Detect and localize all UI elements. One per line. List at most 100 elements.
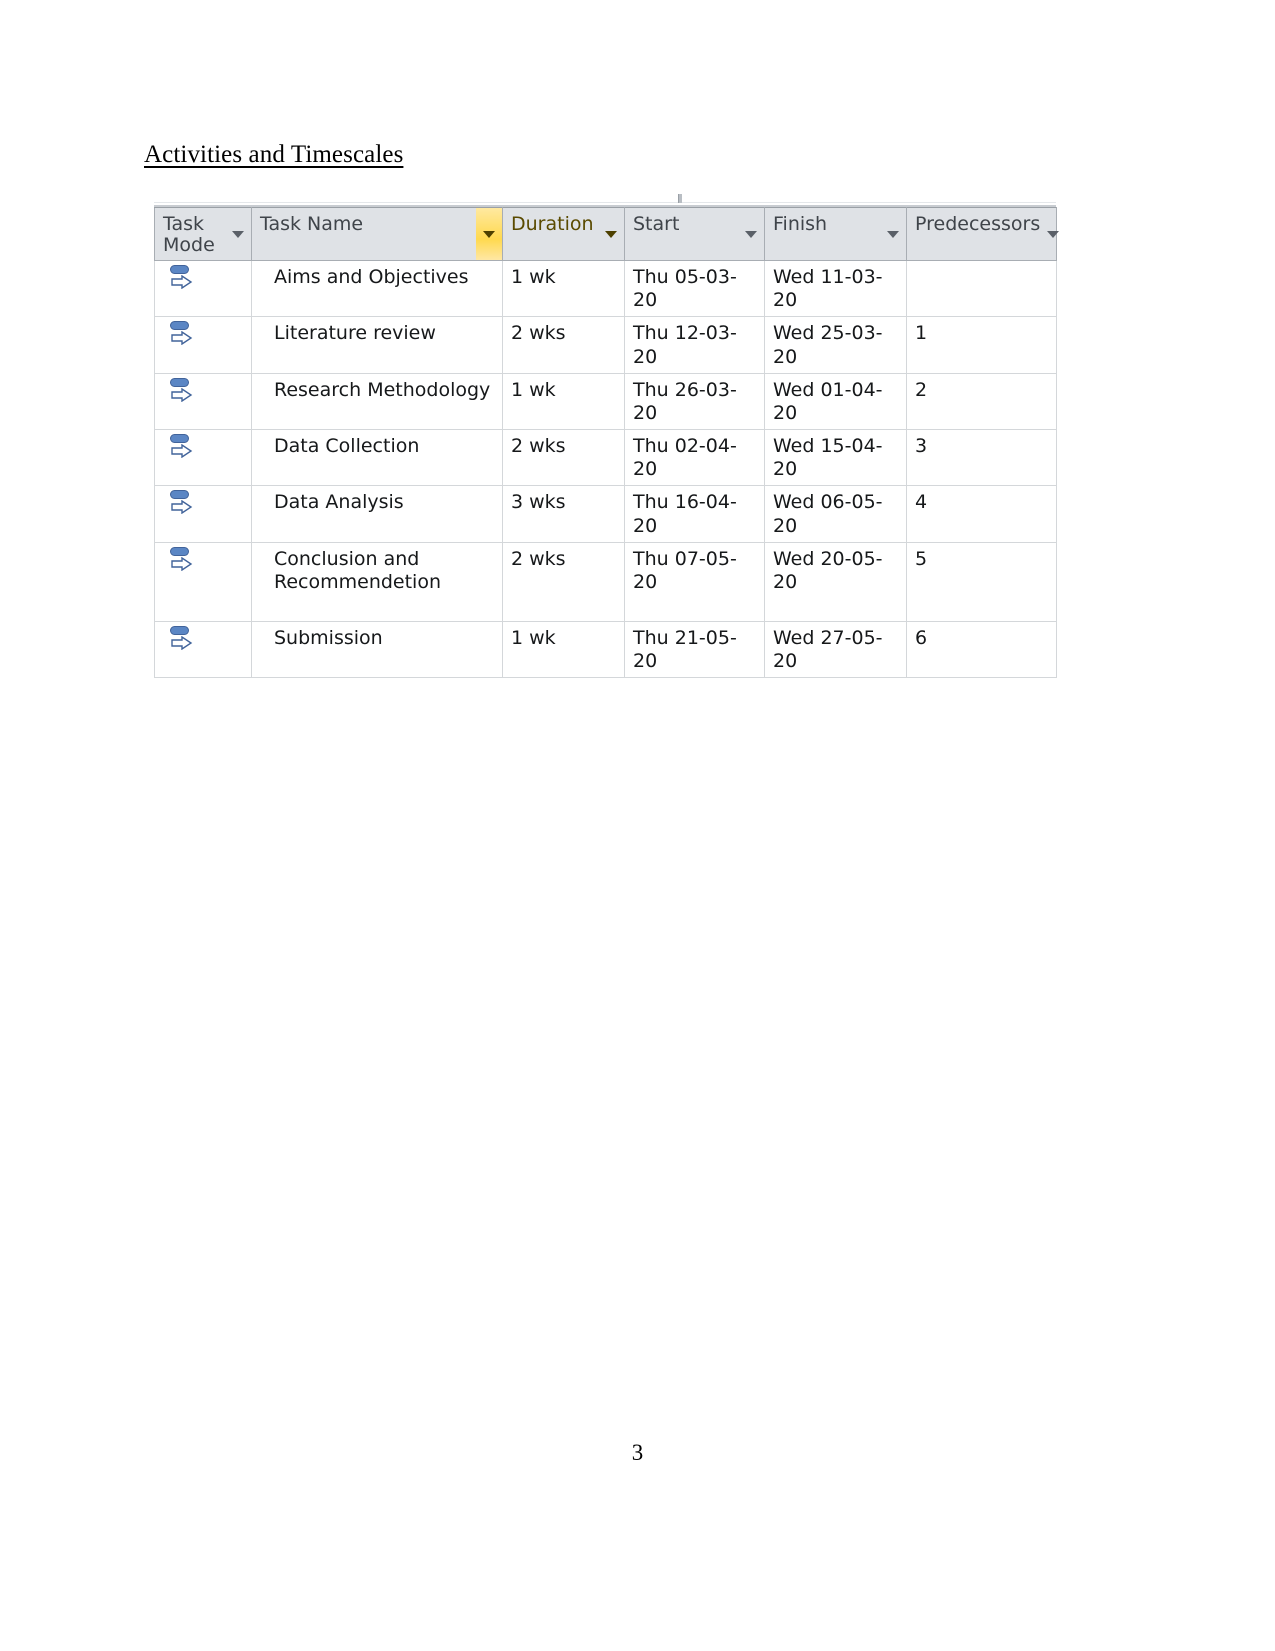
gantt-entry-table: Task Mode Task Name Duration Start Finis…: [154, 207, 1060, 679]
auto-scheduled-icon: [169, 489, 195, 515]
column-header-start[interactable]: Start: [624, 207, 765, 261]
duration-cell[interactable]: 1 wk: [502, 373, 625, 431]
column-header-task-mode[interactable]: Task Mode: [154, 207, 252, 261]
chevron-down-icon: [483, 230, 495, 238]
column-header-start-label: Start: [633, 213, 680, 235]
predecessors-cell[interactable]: 4: [906, 485, 1057, 543]
filter-button-finish[interactable]: [880, 208, 906, 260]
finish-date-cell[interactable]: Wed 20-05-20: [764, 542, 907, 622]
column-header-predecessors-label: Predecessors: [915, 213, 1041, 235]
auto-scheduled-arrow-icon: [171, 275, 193, 289]
task-mode-cell[interactable]: [154, 373, 252, 431]
filter-button-start[interactable]: [738, 208, 764, 260]
auto-scheduled-icon: [169, 320, 195, 346]
chevron-down-icon: [887, 230, 899, 238]
auto-scheduled-pill-icon: [170, 490, 189, 500]
table-row[interactable]: Conclusion and Recommendetion 2 wks Thu 07…: [154, 542, 1057, 622]
duration-cell[interactable]: 2 wks: [502, 429, 625, 487]
predecessors-cell[interactable]: 3: [906, 429, 1057, 487]
task-mode-cell[interactable]: [154, 485, 252, 543]
chevron-down-icon: [605, 230, 617, 238]
start-date-cell[interactable]: Thu 07-05-20: [624, 542, 765, 622]
chevron-down-icon: [745, 230, 757, 238]
filter-button-predecessors[interactable]: [1040, 208, 1066, 260]
task-name-cell[interactable]: Literature review: [251, 316, 503, 374]
start-date-cell[interactable]: Thu 16-04-20: [624, 485, 765, 543]
task-name-cell[interactable]: Aims and Objectives: [251, 260, 503, 318]
task-mode-cell[interactable]: [154, 429, 252, 487]
table-row[interactable]: Literature review 2 wks Thu 12-03-20 Wed 25…: [154, 316, 1057, 374]
finish-date-cell[interactable]: Wed 06-05-20: [764, 485, 907, 543]
column-header-predecessors[interactable]: Predecessors: [906, 207, 1060, 261]
task-name-cell[interactable]: Research Methodology: [251, 373, 503, 431]
project-schedule-table: Task Mode Task Name Duration Start Finis…: [154, 193, 1060, 679]
chevron-down-icon: [232, 230, 244, 238]
table-row[interactable]: Research Methodology 1 wk Thu 26-03-20 Wed …: [154, 373, 1057, 431]
filter-button-task-mode[interactable]: [225, 208, 251, 260]
auto-scheduled-pill-icon: [170, 321, 189, 331]
start-date-cell[interactable]: Thu 02-04-20: [624, 429, 765, 487]
auto-scheduled-pill-icon: [170, 546, 189, 556]
table-row[interactable]: Data Collection 2 wks Thu 02-04-20 Wed 15-0…: [154, 429, 1057, 487]
column-header-task-name-label: Task Name: [260, 213, 364, 235]
timeline-splitter-bar: [154, 193, 1056, 207]
task-mode-cell[interactable]: [154, 316, 252, 374]
duration-cell[interactable]: 1 wk: [502, 621, 625, 679]
start-date-cell[interactable]: Thu 26-03-20: [624, 373, 765, 431]
duration-cell[interactable]: 3 wks: [502, 485, 625, 543]
filter-button-duration[interactable]: [598, 208, 624, 260]
timeline-tick-marker: [678, 194, 682, 203]
start-date-cell[interactable]: Thu 12-03-20: [624, 316, 765, 374]
finish-date-cell[interactable]: Wed 01-04-20: [764, 373, 907, 431]
auto-scheduled-arrow-icon: [171, 444, 193, 459]
predecessors-cell[interactable]: 6: [906, 621, 1057, 679]
auto-scheduled-pill-icon: [170, 265, 189, 274]
column-header-finish[interactable]: Finish: [764, 207, 907, 261]
auto-scheduled-arrow-icon: [171, 331, 193, 346]
table-body: Aims and Objectives 1 wk Thu 05-03-20 Wed 1…: [154, 260, 1057, 679]
duration-cell[interactable]: 1 wk: [502, 260, 625, 318]
column-header-duration[interactable]: Duration: [502, 207, 625, 261]
column-header-task-name[interactable]: Task Name: [251, 207, 503, 261]
auto-scheduled-arrow-icon: [171, 635, 193, 650]
auto-scheduled-icon: [169, 264, 195, 290]
task-mode-cell[interactable]: [154, 542, 252, 622]
auto-scheduled-arrow-icon: [171, 556, 193, 571]
finish-date-cell[interactable]: Wed 15-04-20: [764, 429, 907, 487]
table-row[interactable]: Aims and Objectives 1 wk Thu 05-03-20 Wed 1…: [154, 260, 1057, 318]
start-date-cell[interactable]: Thu 21-05-20: [624, 621, 765, 679]
page-number: 3: [631, 1440, 644, 1465]
auto-scheduled-pill-icon: [170, 625, 189, 635]
predecessors-cell[interactable]: 5: [906, 542, 1057, 622]
table-row[interactable]: Submission 1 wk Thu 21-05-20 Wed 27-05-20 6: [154, 621, 1057, 679]
auto-scheduled-arrow-icon: [171, 387, 193, 402]
task-name-cell[interactable]: Submission: [251, 621, 503, 679]
column-header-task-mode-label: Task Mode: [163, 213, 215, 256]
auto-scheduled-pill-icon: [170, 434, 189, 444]
auto-scheduled-icon: [169, 546, 195, 572]
table-row[interactable]: Data Analysis 3 wks Thu 16-04-20 Wed 06-05-…: [154, 485, 1057, 543]
chevron-down-icon: [1047, 230, 1060, 238]
task-name-cell[interactable]: Data Analysis: [251, 485, 503, 543]
predecessors-cell[interactable]: 2: [906, 373, 1057, 431]
task-name-cell[interactable]: Conclusion and Recommendetion: [251, 542, 503, 622]
task-mode-cell[interactable]: [154, 621, 252, 679]
page-title: Activities and Timescales: [144, 141, 404, 168]
start-date-cell[interactable]: Thu 05-03-20: [624, 260, 765, 318]
finish-date-cell[interactable]: Wed 11-03-20: [764, 260, 907, 318]
predecessors-cell[interactable]: 1: [906, 316, 1057, 374]
table-header-row: Task Mode Task Name Duration Start Finis…: [154, 207, 1060, 261]
auto-scheduled-pill-icon: [170, 377, 189, 387]
task-name-cell[interactable]: Data Collection: [251, 429, 503, 487]
column-header-duration-label: Duration: [511, 213, 594, 235]
auto-scheduled-arrow-icon: [171, 500, 193, 515]
auto-scheduled-icon: [169, 377, 195, 403]
filter-button-task-name[interactable]: [476, 208, 502, 260]
duration-cell[interactable]: 2 wks: [502, 542, 625, 622]
finish-date-cell[interactable]: Wed 27-05-20: [764, 621, 907, 679]
auto-scheduled-icon: [169, 625, 195, 651]
finish-date-cell[interactable]: Wed 25-03-20: [764, 316, 907, 374]
duration-cell[interactable]: 2 wks: [502, 316, 625, 374]
task-mode-cell[interactable]: [154, 260, 252, 318]
predecessors-cell[interactable]: [906, 260, 1057, 318]
